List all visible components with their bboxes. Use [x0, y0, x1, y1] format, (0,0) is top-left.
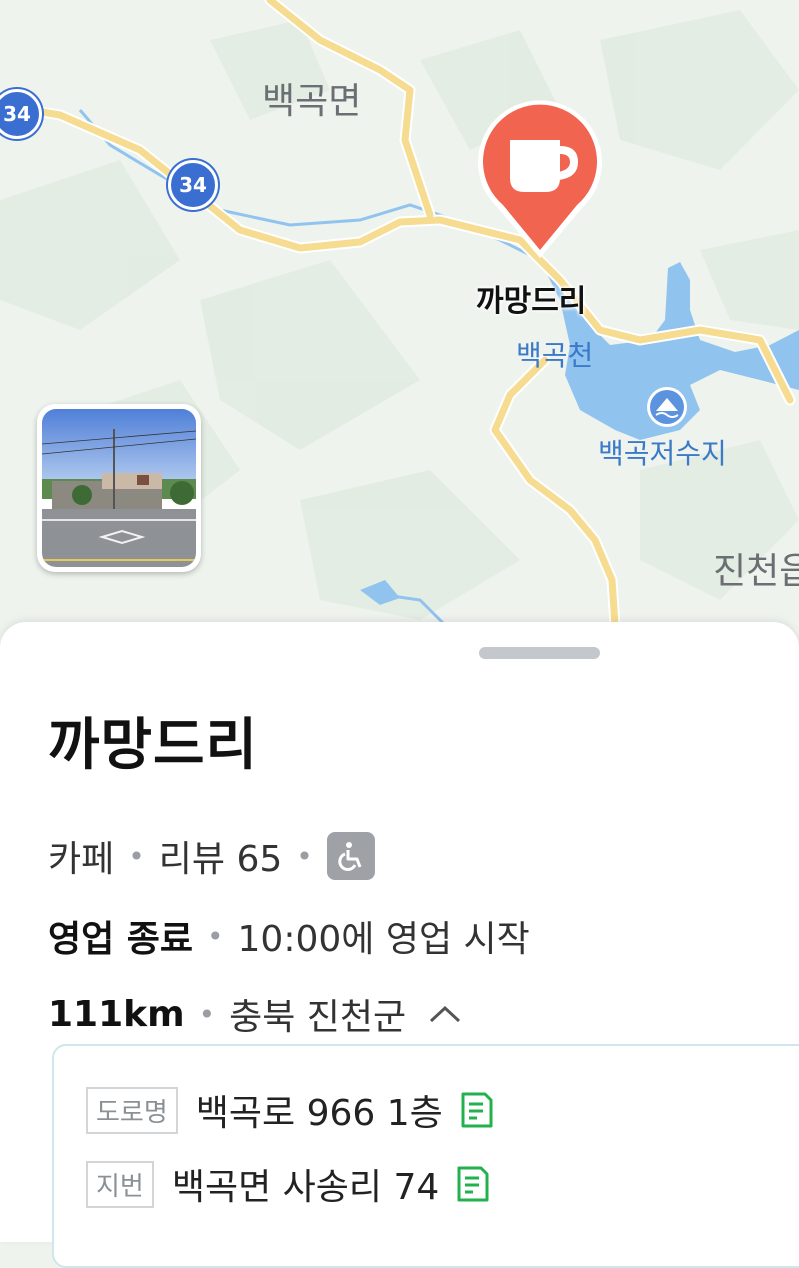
- separator-dot: •: [128, 839, 145, 873]
- location-row[interactable]: 111km • 충북 진천군: [48, 988, 462, 1040]
- lot-address-tag: 지번: [86, 1160, 154, 1208]
- next-open-time: 10:00에 영업 시작: [237, 919, 530, 960]
- separator-dot: •: [198, 997, 216, 1031]
- edge-town-label: 진천읍: [713, 551, 799, 592]
- business-status: 영업 종료: [48, 919, 194, 960]
- reservoir-label: 백곡저수지: [598, 437, 727, 470]
- stream-label: 백곡천: [516, 339, 594, 372]
- wheelchair-icon: [326, 832, 375, 880]
- separator-dot: •: [296, 839, 313, 873]
- town-label: 백곡면: [262, 81, 362, 122]
- chevron-up-icon[interactable]: [428, 1004, 462, 1024]
- street-view-thumbnail[interactable]: [37, 404, 201, 572]
- place-info-sheet[interactable]: 까망드리 카페 • 리뷰 65 • 영업 종료 • 10:00에 영업 시작 1…: [0, 622, 799, 1268]
- route-34-badge: 34: [168, 160, 218, 210]
- road-address-text: 백곡로 966 1층: [195, 1093, 443, 1134]
- hours-row[interactable]: 영업 종료 • 10:00에 영업 시작: [48, 910, 530, 962]
- place-title: 까망드리: [48, 713, 259, 778]
- street-view-image: [42, 409, 196, 567]
- copy-lot-address-icon[interactable]: [455, 1164, 491, 1204]
- map-view[interactable]: 34 34 백곡면 까망드리 백곡천 백곡저수지 진천읍: [0, 0, 799, 660]
- pin-label: 까망드리: [476, 284, 587, 319]
- place-category: 카페: [48, 839, 115, 880]
- lot-address-text: 백곡면 사송리 74: [171, 1167, 440, 1208]
- place-meta-row: 카페 • 리뷰 65 •: [48, 830, 375, 882]
- lot-address-row: 지번 백곡면 사송리 74: [86, 1158, 491, 1210]
- sheet-drag-handle[interactable]: [479, 647, 600, 659]
- copy-road-address-icon[interactable]: [459, 1090, 495, 1130]
- region: 충북 진천군: [229, 997, 407, 1038]
- review-count-link[interactable]: 리뷰 65: [159, 830, 283, 882]
- address-panel: 도로명 백곡로 966 1층 지번 백곡면 사송리 74: [52, 1044, 799, 1268]
- road-address-tag: 도로명: [86, 1086, 178, 1134]
- separator-dot: •: [207, 919, 224, 953]
- reservoir-marker: [647, 387, 687, 427]
- road-address-row: 도로명 백곡로 966 1층: [86, 1084, 495, 1136]
- distance: 111km: [48, 993, 185, 1035]
